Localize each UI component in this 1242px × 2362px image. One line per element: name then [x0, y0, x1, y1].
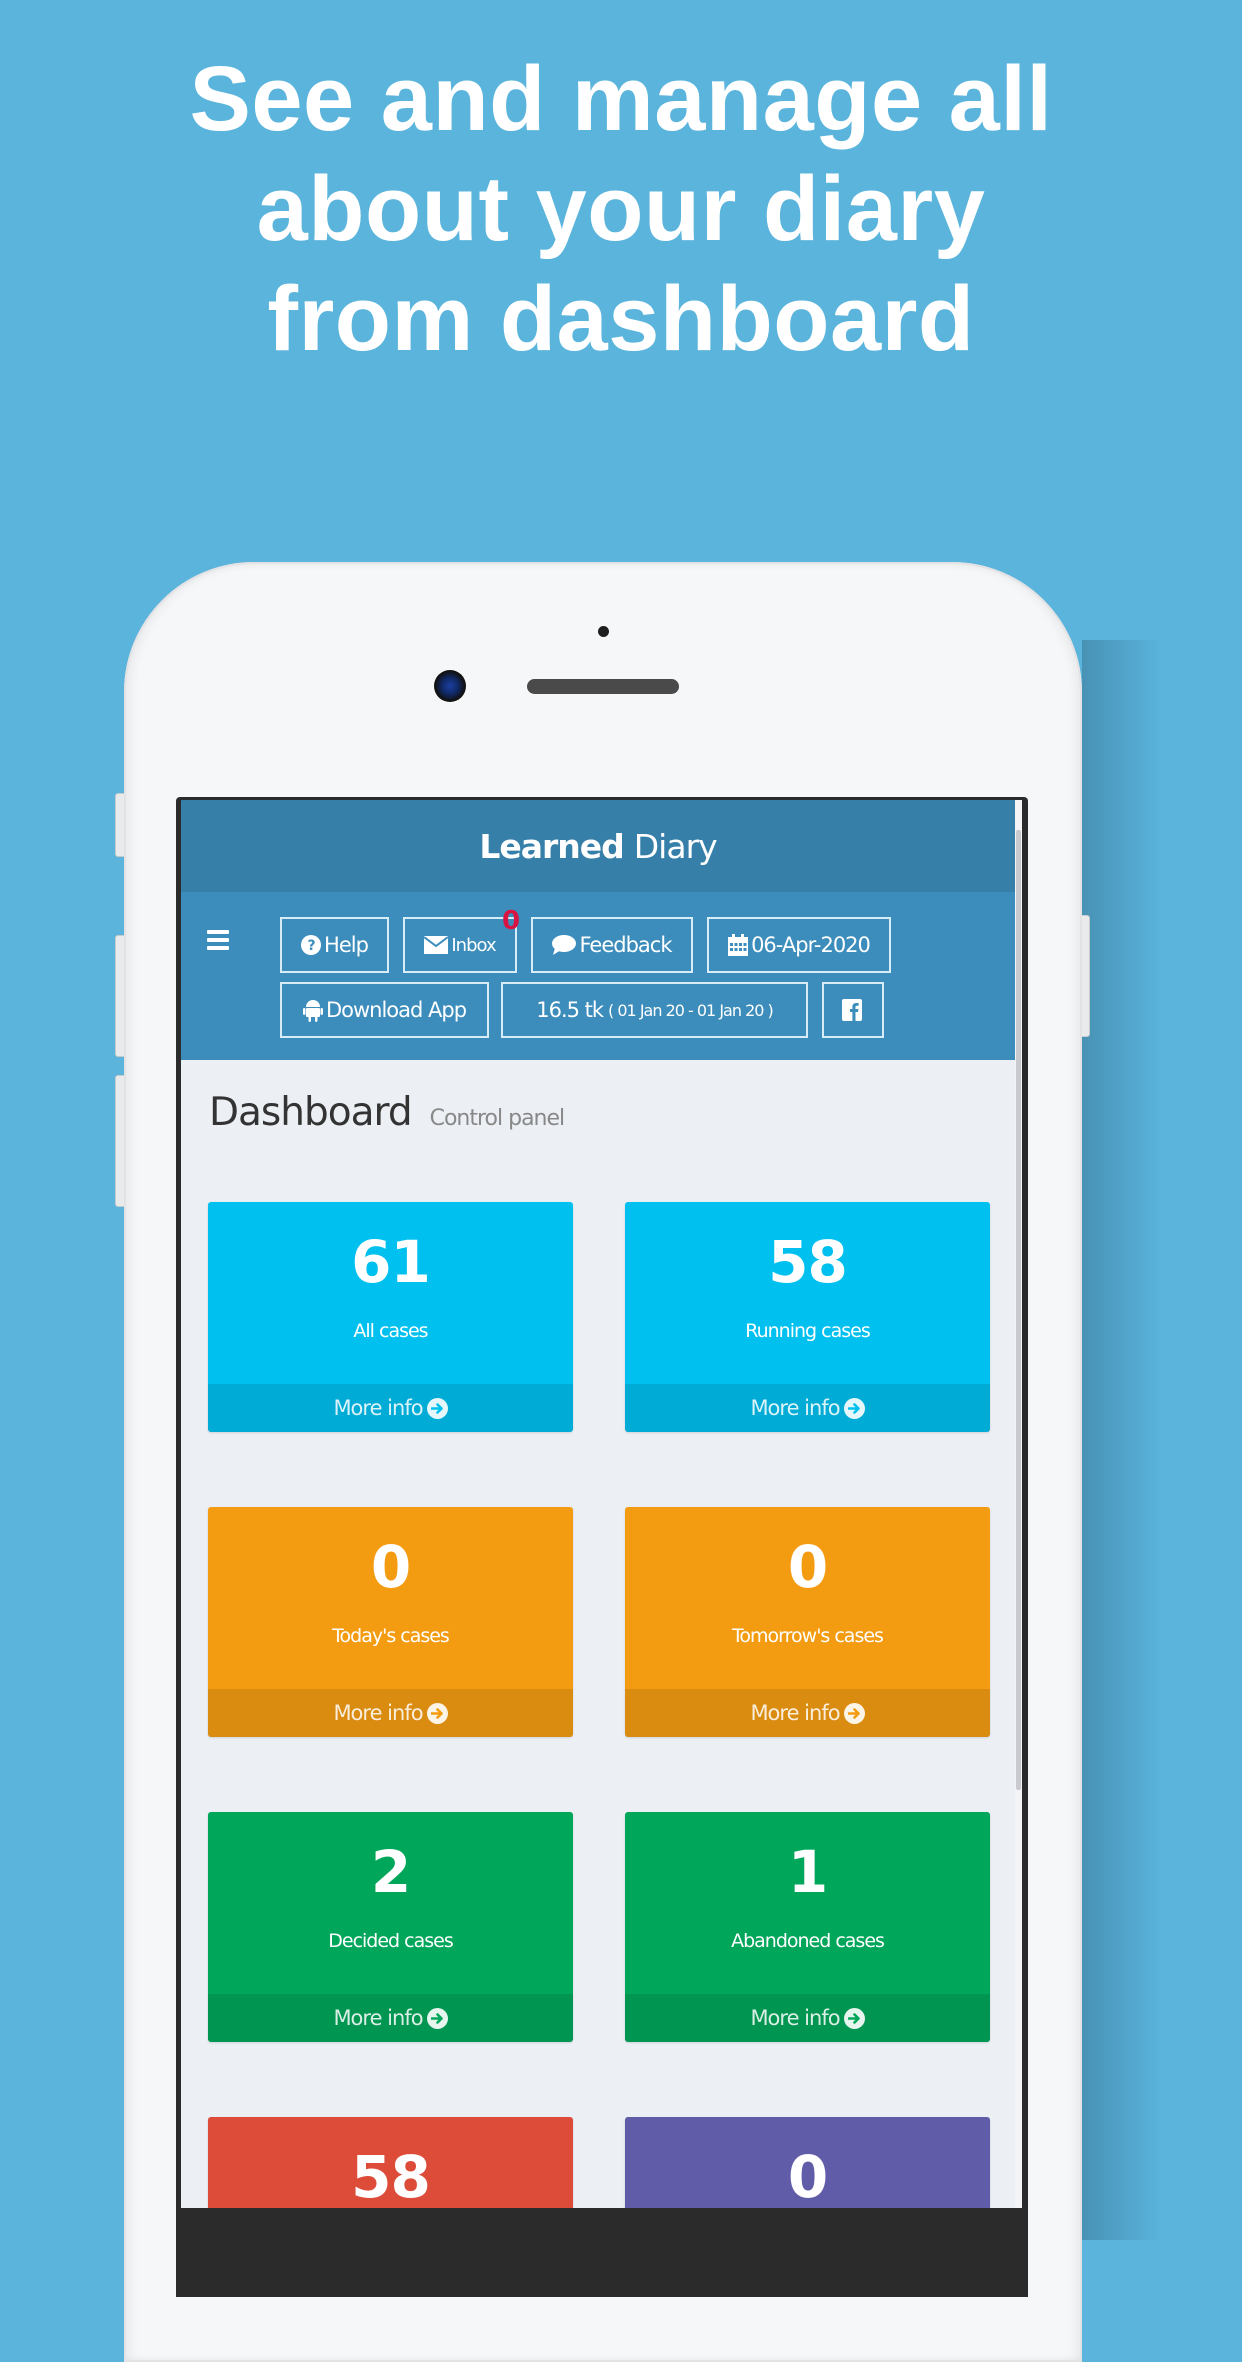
stat-value: 58: [351, 2143, 431, 2208]
date-button[interactable]: 06-Apr-2020: [707, 917, 891, 973]
nav-bar: ? Help Inbox 0 Feedback 06-Apr-2020 Down…: [181, 892, 1015, 1060]
more-info-link[interactable]: More info: [208, 1689, 573, 1737]
page-title: Dashboard: [209, 1090, 413, 1135]
more-info-label: More info: [750, 1701, 840, 1725]
more-info-link[interactable]: More info: [208, 1994, 573, 2042]
stat-label: Today's cases: [332, 1625, 450, 1647]
android-icon: [302, 998, 323, 1022]
stat-value: 2: [370, 1838, 411, 1906]
stat-label: Abandoned cases: [731, 1930, 885, 1952]
stat-label: Running cases: [745, 1320, 870, 1342]
facebook-icon: [841, 999, 862, 1021]
phone-shadow: [1082, 640, 1162, 2240]
arrow-circle-right-icon: [843, 1702, 865, 1724]
scrollbar-thumb[interactable]: [1016, 830, 1021, 1790]
balance-button[interactable]: 16.5 tk ( 01 Jan 20 - 01 Jan 20 ): [501, 982, 808, 1038]
comment-icon: [552, 935, 577, 955]
more-info-link[interactable]: More info: [625, 1384, 990, 1432]
front-camera-icon: [434, 670, 466, 702]
stat-value: 0: [787, 1533, 828, 1601]
headline-line-2: about your diary: [256, 158, 986, 260]
arrow-circle-right-icon: [426, 2007, 448, 2029]
headline-line-1: See and manage all: [189, 48, 1053, 150]
more-info-label: More info: [333, 1396, 423, 1420]
date-label: 06-Apr-2020: [751, 933, 871, 957]
stat-card: 1 Abandoned cases More info: [625, 1812, 990, 2042]
more-info-label: More info: [333, 2006, 423, 2030]
arrow-circle-right-icon: [426, 1702, 448, 1724]
hamburger-icon[interactable]: [207, 930, 229, 950]
help-label: Help: [324, 933, 369, 957]
more-info-label: More info: [333, 1701, 423, 1725]
arrow-circle-right-icon: [843, 2007, 865, 2029]
more-info-label: More info: [750, 2006, 840, 2030]
question-circle-icon: ?: [301, 935, 322, 955]
more-info-link[interactable]: More info: [625, 1689, 990, 1737]
stat-card: 0 Tomorrow's cases More info: [625, 1507, 990, 1737]
stat-value: 61: [351, 1228, 431, 1296]
svg-text:?: ?: [307, 938, 315, 954]
inbox-label: Inbox: [451, 934, 496, 956]
balance-period: ( 01 Jan 20 - 01 Jan 20 ): [608, 1000, 774, 1020]
earpiece-speaker: [527, 679, 679, 694]
page-subtitle: Control panel: [429, 1106, 566, 1131]
inbox-badge: 0: [502, 906, 521, 936]
stat-card: 0More info: [625, 2117, 990, 2208]
feedback-label: Feedback: [579, 933, 672, 957]
more-info-link[interactable]: More info: [208, 1384, 573, 1432]
inbox-button[interactable]: Inbox: [403, 917, 517, 973]
facebook-button[interactable]: [822, 982, 884, 1038]
help-button[interactable]: ? Help: [280, 917, 389, 973]
promo-headline: See and manage all about your diary from…: [0, 44, 1242, 374]
app-title-bold: Learned: [479, 826, 624, 866]
feedback-button[interactable]: Feedback: [531, 917, 693, 973]
stat-card: 61 All cases More info: [208, 1202, 573, 1432]
more-info-link[interactable]: More info: [625, 1994, 990, 2042]
stat-label: Tomorrow's cases: [732, 1625, 884, 1647]
stat-value: 0: [787, 2143, 828, 2208]
calendar-icon: [728, 934, 749, 956]
app-title-regular: Diary: [633, 826, 718, 866]
stat-card: 58More info: [208, 2117, 573, 2208]
stat-label: All cases: [353, 1320, 428, 1342]
stat-card: 2 Decided cases More info: [208, 1812, 573, 2042]
app-screen: Learned Diary ? Help Inbox 0 Feedback 06…: [181, 800, 1015, 2208]
content-header: Dashboard Control panel: [209, 1090, 566, 1135]
app-title-bar: Learned Diary: [181, 800, 1015, 892]
balance-amount: 16.5 tk: [536, 998, 604, 1022]
envelope-icon: [424, 936, 449, 954]
stat-value: 1: [787, 1838, 828, 1906]
stat-value: 0: [370, 1533, 411, 1601]
stat-card: 58 Running cases More info: [625, 1202, 990, 1432]
download-app-label: Download App: [325, 998, 467, 1022]
stat-label: Decided cases: [328, 1930, 453, 1952]
stat-card: 0 Today's cases More info: [208, 1507, 573, 1737]
proximity-sensor: [598, 626, 609, 637]
arrow-circle-right-icon: [843, 1397, 865, 1419]
arrow-circle-right-icon: [426, 1397, 448, 1419]
download-app-button[interactable]: Download App: [280, 982, 489, 1038]
headline-line-3: from dashboard: [267, 268, 975, 370]
stat-value: 58: [768, 1228, 848, 1296]
more-info-label: More info: [750, 1396, 840, 1420]
